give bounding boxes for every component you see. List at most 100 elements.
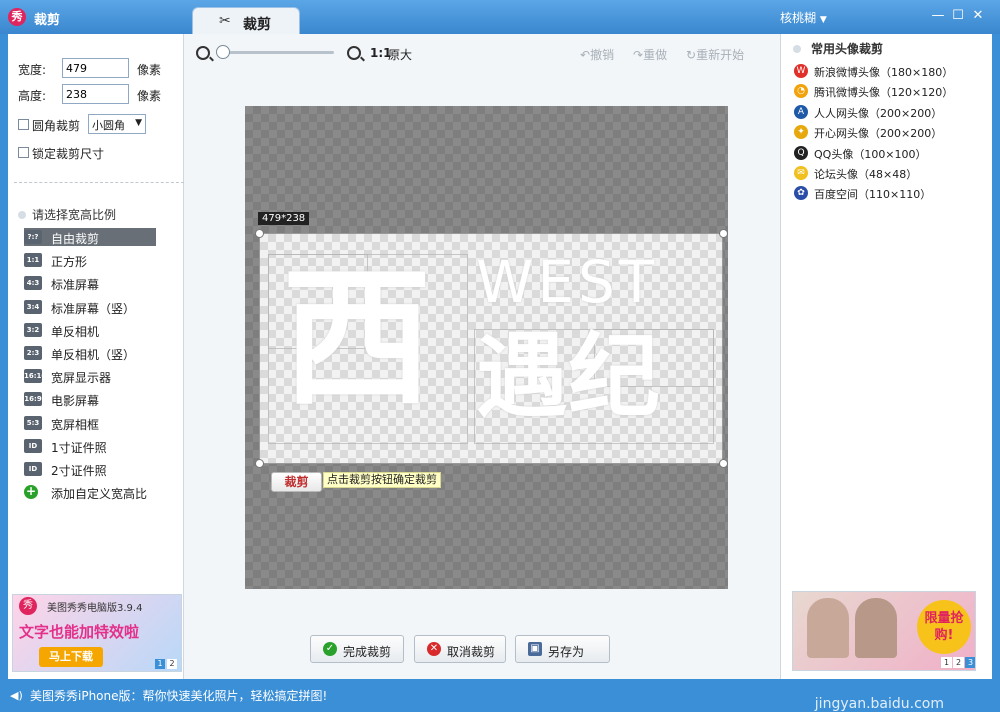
left-panel: 宽度: 像素 高度: 像素 圆角裁剪 小圆角 ▼ 锁定裁剪尺寸 请选择宽高比例 … [8, 34, 184, 679]
tab-crop[interactable]: ✂ 裁剪 [192, 7, 300, 34]
zoom-out-icon[interactable] [196, 46, 210, 60]
ratio-option[interactable]: 2:3 单反相机（竖） [24, 344, 156, 362]
site-logo-icon: A [794, 104, 808, 119]
avatar-preset-item[interactable]: ✿ 百度空间（110×110） [794, 184, 974, 202]
crop-selection[interactable]: 西 WEST 遇纪 [259, 233, 723, 464]
ratio-option-label: 电影屏幕 [51, 394, 100, 409]
ratio-option[interactable]: 1:1 正方形 [24, 251, 156, 269]
avatar-preset-item[interactable]: ◔ 腾讯微博头像（120×120） [794, 82, 974, 100]
ratio-option[interactable]: ?:? 自由裁剪 [24, 228, 156, 246]
avatar-preset-label: QQ头像（100×100） [814, 147, 927, 161]
app-title: 裁剪 [34, 13, 61, 28]
ad-title: 美图秀秀电脑版3.9.4 [47, 603, 143, 614]
right-ad-banner[interactable]: 限量抢购! 1 2 3 [792, 591, 976, 671]
site-logo-icon: Q [794, 145, 808, 160]
cancel-crop-button[interactable]: ✕ 取消裁剪 [414, 635, 506, 663]
zoom-in-icon[interactable] [347, 46, 361, 60]
restart-icon: ↻ [686, 48, 697, 62]
ratio-option[interactable]: 4:3 标准屏幕 [24, 274, 156, 292]
finish-crop-label: 完成裁剪 [343, 645, 392, 659]
avatar-preset-item[interactable]: Q QQ头像（100×100） [794, 144, 974, 162]
maximize-button[interactable]: ☐ [950, 8, 966, 24]
corner-size-select[interactable]: 小圆角 ▼ [88, 114, 146, 134]
left-ad-banner[interactable]: 秀 美图秀秀电脑版3.9.4 文字也能加特效啦 马上下载 1 2 [12, 594, 182, 672]
crop-button[interactable]: 裁剪 [271, 472, 322, 492]
ratio-icon: 4:3 [24, 276, 42, 291]
ratio-icon: 3:4 [24, 299, 42, 314]
undo-button[interactable]: ↶撤销 [580, 46, 614, 63]
restart-button[interactable]: ↻重新开始 [686, 46, 744, 63]
ad-page-2[interactable]: 2 [953, 657, 964, 668]
crop-tooltip: 点击裁剪按钮确定裁剪 [323, 472, 441, 488]
avatar-presets-title: 常用头像裁剪 [793, 40, 883, 57]
ratio-icon: ?:? [24, 230, 42, 244]
finish-crop-button[interactable]: ✓ 完成裁剪 [310, 635, 404, 663]
ratio-option-label: 1寸证件照 [51, 440, 107, 455]
crop-dimensions-badge: 479*238 [258, 212, 310, 225]
ad-page-3[interactable]: 3 [965, 657, 975, 668]
site-logo-icon: ◔ [794, 84, 808, 99]
avatar-preset-item[interactable]: ✉ 论坛头像（48×48） [794, 164, 974, 182]
watermark: jingyan.baidu.com [814, 696, 944, 712]
download-button[interactable]: 马上下载 [39, 647, 103, 667]
ratio-option[interactable]: 3:2 单反相机 [24, 321, 156, 339]
width-input[interactable] [62, 58, 129, 78]
close-button[interactable]: ✕ [970, 8, 986, 24]
resize-handle-top-right[interactable] [719, 229, 728, 238]
ratio-icon: 5:3 [24, 415, 42, 430]
promo-badge: 限量抢购! [917, 600, 971, 654]
save-as-button[interactable]: ▣ 另存为 [515, 635, 610, 663]
check-icon: ✓ [323, 642, 337, 656]
ratio-option[interactable]: 16:10 宽屏显示器 [24, 367, 156, 385]
avatar-preset-item[interactable]: ✦ 开心网头像（200×200） [794, 123, 974, 141]
ad-page-2[interactable]: 2 [167, 659, 177, 669]
site-logo-icon: ✉ [794, 166, 808, 180]
redo-button[interactable]: ↷重做 [633, 46, 667, 63]
ratio-option-label: 单反相机 [51, 324, 100, 339]
resize-handle-bottom-left[interactable] [255, 459, 264, 468]
avatar-preset-label: 论坛头像（48×48） [814, 168, 918, 181]
plus-icon: + [24, 484, 38, 500]
width-label: 宽度: [18, 63, 47, 77]
ratio-option-label: 正方形 [51, 255, 88, 270]
original-size-button[interactable]: 原大 [388, 46, 412, 63]
undo-label: 撤销 [590, 48, 615, 62]
ratio-icon: 16:10 [24, 369, 46, 384]
minimize-button[interactable]: — [930, 8, 946, 24]
ratio-option[interactable]: ID 2寸证件照 [24, 460, 156, 478]
resize-handle-bottom-right[interactable] [719, 459, 728, 468]
lock-size-checkbox[interactable]: 锁定裁剪尺寸 [18, 144, 118, 161]
height-input[interactable] [62, 84, 129, 104]
ad-page-1[interactable]: 1 [155, 659, 165, 669]
title-bar: 秀 裁剪 ✂ 裁剪 核桃糊 ▼ — ☐ ✕ [0, 0, 1000, 34]
ad-page-1[interactable]: 1 [941, 657, 952, 668]
cancel-crop-label: 取消裁剪 [447, 645, 496, 659]
ratio-option-label: 2寸证件照 [51, 464, 107, 478]
redo-label: 重做 [643, 48, 668, 62]
height-label: 高度: [18, 89, 47, 103]
avatar-preset-item[interactable]: A 人人网头像（200×200） [794, 103, 974, 121]
ratio-option[interactable]: 3:4 标准屏幕（竖） [24, 298, 156, 316]
ratio-icon: 16:9 [24, 392, 42, 407]
cancel-icon: ✕ [427, 642, 441, 656]
user-menu[interactable]: 核桃糊 ▼ [780, 9, 827, 26]
resize-handle-top-left[interactable] [255, 229, 264, 238]
ratio-option-label: 宽屏相框 [51, 417, 100, 432]
ratio-option[interactable]: + 添加自定义宽高比 [24, 483, 156, 501]
zoom-slider-thumb[interactable] [216, 45, 230, 59]
ratio-option[interactable]: 16:9 电影屏幕 [24, 390, 156, 408]
bullet-icon [18, 211, 26, 219]
portrait-image [807, 598, 849, 658]
zoom-slider[interactable] [216, 51, 334, 54]
ratio-option[interactable]: 5:3 宽屏相框 [24, 414, 156, 432]
ratio-option[interactable]: ID 1寸证件照 [24, 437, 156, 455]
status-message[interactable]: 美图秀秀iPhone版：帮你快速美化照片，轻松搞定拼图! [30, 687, 327, 704]
ratio-option-label: 标准屏幕（竖） [51, 301, 136, 316]
round-corner-checkbox[interactable]: 圆角裁剪 [18, 116, 88, 133]
divider [14, 182, 184, 183]
site-logo-icon: ✦ [794, 125, 808, 140]
ratio-option-label: 自由裁剪 [51, 232, 100, 246]
avatar-preset-label: 新浪微博头像（180×180） [814, 66, 954, 79]
site-logo-icon: ✿ [794, 186, 808, 201]
avatar-preset-item[interactable]: W 新浪微博头像（180×180） [794, 62, 974, 80]
